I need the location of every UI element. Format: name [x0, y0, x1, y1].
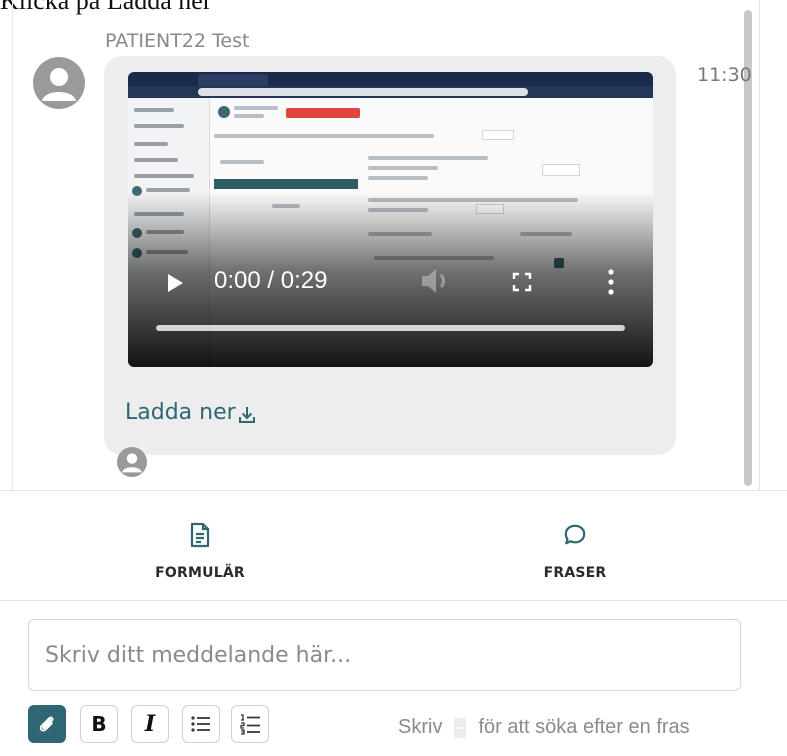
bold-button[interactable]: B: [80, 705, 118, 743]
more-vertical-icon: [608, 269, 614, 295]
video-time-display: 0:00 / 0:29: [214, 267, 328, 294]
paperclip-icon: [39, 716, 54, 732]
document-icon: [190, 522, 210, 548]
attach-button[interactable]: [28, 705, 66, 743]
message-timestamp: 11:30: [697, 64, 752, 86]
sender-avatar: [33, 57, 85, 109]
play-button[interactable]: [164, 272, 186, 294]
video-player[interactable]: [128, 72, 653, 367]
video-thumb-browser-tabs: [128, 72, 653, 86]
fullscreen-icon: [512, 272, 532, 292]
bulleted-list-button[interactable]: [182, 705, 220, 743]
form-button[interactable]: FORMULÄR: [100, 491, 300, 600]
phrases-button[interactable]: FRASER: [475, 491, 675, 600]
read-receipt-avatar: [117, 447, 147, 477]
video-thumb-address-bar: [128, 86, 653, 98]
video-progress-bar[interactable]: [156, 325, 625, 331]
numbered-list-icon: [240, 714, 260, 735]
sender-name: PATIENT22 Test: [105, 30, 250, 52]
hint-shortcut-key: [454, 717, 467, 738]
fullscreen-button[interactable]: [512, 272, 532, 292]
user-avatar-icon: [33, 57, 85, 109]
italic-button[interactable]: I: [131, 705, 169, 743]
divider: [0, 600, 787, 601]
numbered-list-button[interactable]: [231, 705, 269, 743]
message-input[interactable]: [28, 619, 741, 691]
user-avatar-icon: [117, 447, 147, 477]
play-icon: [168, 274, 183, 292]
volume-button[interactable]: [418, 266, 454, 296]
action-bar: FORMULÄR FRASER: [0, 491, 787, 600]
phrases-button-label: FRASER: [543, 565, 607, 581]
hint-text-before: Skriv: [398, 716, 443, 738]
form-button-label: FORMULÄR: [155, 565, 245, 581]
video-thumb-green-bar: [214, 179, 358, 189]
download-icon: [238, 407, 255, 423]
download-label: Ladda ner: [125, 400, 236, 425]
video-controls-gradient: [128, 192, 653, 367]
download-link[interactable]: Ladda ner: [125, 400, 256, 425]
volume-icon: [422, 269, 445, 293]
chat-bubble-icon: [564, 524, 586, 545]
hint-text-after: för att söka efter en fras: [478, 716, 690, 738]
bulleted-list-icon: [191, 716, 210, 732]
video-thumb-logo: [218, 106, 230, 118]
video-thumb-badge: [286, 108, 360, 118]
phrase-search-hint: Skriv för att söka efter en fras: [398, 716, 690, 739]
more-options-button[interactable]: [606, 268, 616, 296]
